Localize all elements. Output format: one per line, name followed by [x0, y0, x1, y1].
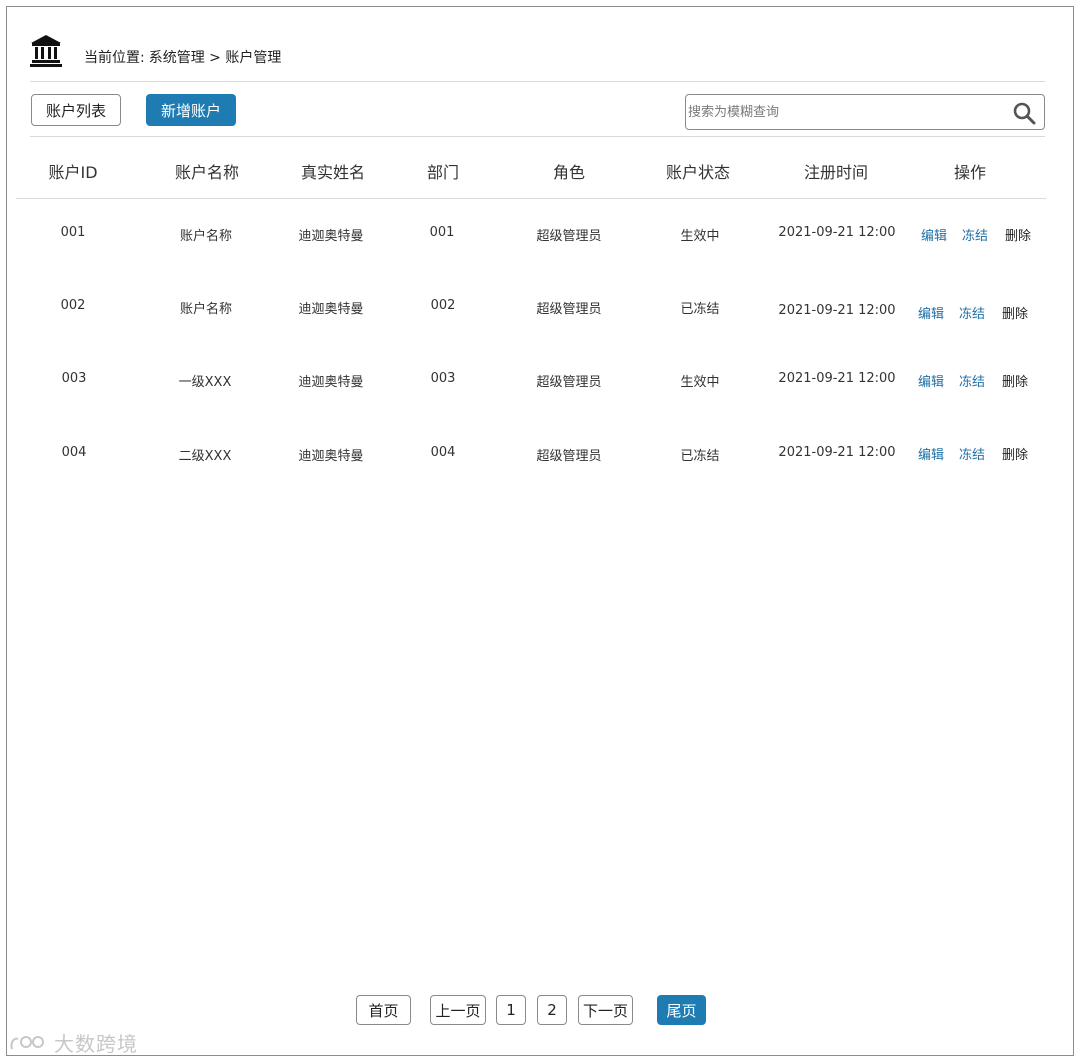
- header-divider: [30, 81, 1045, 82]
- cell-id: 001: [60, 225, 86, 240]
- account-list-button[interactable]: 账户列表: [31, 94, 121, 126]
- cell-dept: 004: [430, 445, 456, 460]
- page-frame: [6, 6, 1074, 1056]
- toolbar-divider: [30, 136, 1045, 137]
- table-header-divider: [16, 198, 1046, 199]
- page-button-1[interactable]: 1: [496, 995, 526, 1025]
- cell-role: 超级管理员: [536, 449, 602, 464]
- breadcrumb-prefix: 当前位置:: [84, 50, 145, 66]
- edit-link[interactable]: 编辑: [921, 225, 947, 244]
- search-box: [685, 94, 1045, 130]
- col-header-real-name: 真实姓名: [300, 163, 366, 182]
- col-header-role: 角色: [552, 163, 586, 182]
- cell-time: 2021-09-21 12:00: [778, 371, 896, 386]
- col-header-actions: 操作: [953, 163, 987, 182]
- breadcrumb-path[interactable]: 系统管理 > 账户管理: [149, 47, 282, 67]
- cell-dept: 003: [430, 371, 456, 386]
- cell-real-name: 迪迦奥特曼: [298, 302, 364, 317]
- delete-link[interactable]: 删除: [1005, 225, 1031, 244]
- cell-name: 一级XXX: [178, 375, 232, 390]
- cell-time: 2021-09-21 12:00: [778, 225, 896, 240]
- freeze-link[interactable]: 冻结: [962, 225, 988, 244]
- cell-real-name: 迪迦奥特曼: [298, 449, 364, 464]
- cell-role: 超级管理员: [536, 229, 602, 244]
- cell-status: 生效中: [680, 229, 720, 244]
- edit-link[interactable]: 编辑: [918, 444, 944, 463]
- cell-id: 002: [60, 298, 86, 313]
- delete-link[interactable]: 删除: [1002, 303, 1028, 322]
- cell-dept: 001: [429, 225, 455, 240]
- search-input[interactable]: [687, 96, 997, 128]
- cell-id: 004: [61, 445, 87, 460]
- cell-time: 2021-09-21 12:00: [778, 445, 896, 460]
- watermark-text: 大数跨境: [54, 1032, 138, 1056]
- cell-status: 生效中: [680, 375, 720, 390]
- breadcrumb: 当前位置: 系统管理 > 账户管理: [84, 47, 281, 67]
- freeze-link[interactable]: 冻结: [959, 444, 985, 463]
- first-page-button[interactable]: 首页: [356, 995, 411, 1025]
- cell-role: 超级管理员: [536, 375, 602, 390]
- watermark: 大数跨境: [8, 1028, 138, 1057]
- cell-real-name: 迪迦奥特曼: [298, 375, 364, 390]
- add-account-button[interactable]: 新增账户: [146, 94, 236, 126]
- col-header-dept: 部门: [426, 163, 460, 182]
- col-header-id: 账户ID: [48, 163, 98, 182]
- search-icon[interactable]: [1012, 101, 1036, 125]
- cell-id: 003: [61, 371, 87, 386]
- col-header-time: 注册时间: [803, 163, 869, 182]
- prev-page-button[interactable]: 上一页: [430, 995, 486, 1025]
- delete-link[interactable]: 删除: [1002, 371, 1028, 390]
- cell-status: 已冻结: [680, 302, 720, 317]
- cell-dept: 002: [430, 298, 456, 313]
- edit-link[interactable]: 编辑: [918, 371, 944, 390]
- freeze-link[interactable]: 冻结: [959, 371, 985, 390]
- watermark-logo-icon: [10, 1035, 44, 1049]
- cell-name: 二级XXX: [178, 449, 232, 464]
- edit-link[interactable]: 编辑: [918, 303, 944, 322]
- next-page-button[interactable]: 下一页: [578, 995, 633, 1025]
- page-button-2[interactable]: 2: [537, 995, 567, 1025]
- bank-icon: [30, 35, 62, 67]
- cell-name: 账户名称: [179, 229, 233, 244]
- col-header-name: 账户名称: [174, 163, 240, 182]
- freeze-link[interactable]: 冻结: [959, 303, 985, 322]
- col-header-status: 账户状态: [665, 163, 731, 182]
- cell-real-name: 迪迦奥特曼: [298, 229, 364, 244]
- last-page-button[interactable]: 尾页: [657, 995, 706, 1025]
- cell-time: 2021-09-21 12:00: [778, 303, 896, 318]
- cell-status: 已冻结: [680, 449, 720, 464]
- delete-link[interactable]: 删除: [1002, 444, 1028, 463]
- cell-name: 账户名称: [179, 302, 233, 317]
- cell-role: 超级管理员: [536, 302, 602, 317]
